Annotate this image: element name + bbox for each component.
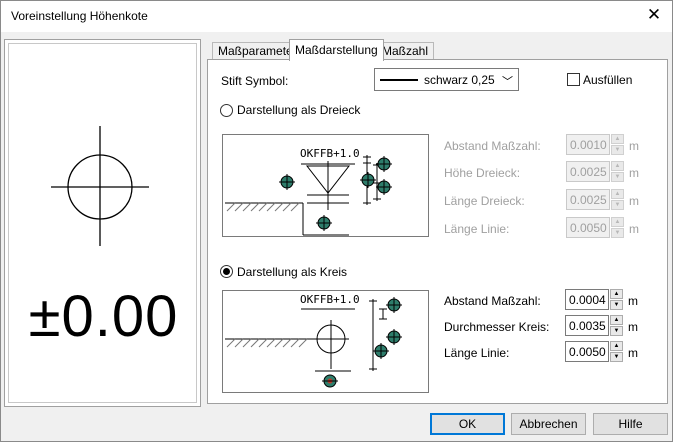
triangle-height-stepper[interactable]: 0.0025 ▲ ▼	[566, 161, 626, 182]
triangle-sketch-drawing: OKFFB+1.0	[225, 147, 392, 236]
spin-up-icon[interactable]: ▲	[610, 341, 623, 351]
spin-down-icon[interactable]: ▼	[610, 352, 623, 362]
triangle-line-length-label: Länge Linie:	[444, 222, 510, 236]
triangle-text-distance-label: Abstand Maßzahl:	[444, 139, 541, 153]
triangle-sketch: OKFFB+1.0	[222, 134, 429, 237]
symbol-preview: ±0.00	[4, 39, 201, 407]
tab-massdarstellung[interactable]: Maßdarstellung	[289, 39, 384, 61]
circle-text-distance-stepper[interactable]: 0.0004 ▲ ▼	[565, 289, 625, 310]
spin-up-icon[interactable]: ▲	[611, 189, 624, 199]
triangle-radio[interactable]	[220, 104, 233, 117]
spin-down-icon[interactable]: ▼	[611, 200, 624, 210]
elevation-circle-symbol	[51, 126, 149, 246]
fill-label: Ausfüllen	[583, 73, 633, 87]
dialog-window: Voreinstellung Höhenkote ✕ ±0.00 Maßpara…	[0, 0, 673, 442]
circle-sketch: OKFFB+1.0	[222, 290, 429, 393]
preview-elevation-value: ±0.00	[28, 284, 179, 349]
circle-text-distance-field[interactable]: 0.0004	[565, 289, 609, 310]
title-bar: Voreinstellung Höhenkote ✕	[1, 1, 672, 32]
circle-line-length-label: Länge Linie:	[444, 346, 510, 360]
window-title: Voreinstellung Höhenkote	[11, 9, 148, 23]
triangle-height-field[interactable]: 0.0025	[566, 161, 610, 182]
unit-label: m	[629, 194, 639, 208]
unit-label: m	[628, 294, 638, 308]
circle-diameter-field[interactable]: 0.0035	[565, 315, 609, 336]
pen-line-swatch	[380, 79, 418, 81]
sketch-label: OKFFB+1.0	[300, 293, 360, 306]
pen-label: Stift Symbol:	[221, 74, 289, 88]
pen-select-value: schwarz 0,25	[424, 73, 495, 87]
spin-up-icon[interactable]: ▲	[611, 217, 624, 227]
triangle-text-distance-stepper[interactable]: 0.0010 ▲ ▼	[566, 134, 626, 155]
ok-button[interactable]: OK	[430, 413, 505, 435]
circle-line-length-stepper[interactable]: 0.0050 ▲ ▼	[565, 341, 625, 362]
spin-down-icon[interactable]: ▼	[610, 300, 623, 310]
unit-label: m	[628, 320, 638, 334]
unit-label: m	[629, 139, 639, 153]
triangle-height-label: Höhe Dreieck:	[444, 166, 521, 180]
circle-diameter-label: Durchmesser Kreis:	[444, 320, 550, 334]
pen-select[interactable]: schwarz 0,25 ﹀	[374, 68, 519, 91]
triangle-length-stepper[interactable]: 0.0025 ▲ ▼	[566, 189, 626, 210]
circle-sketch-drawing: OKFFB+1.0	[225, 293, 402, 388]
fill-checkbox[interactable]	[567, 73, 580, 86]
spin-up-icon[interactable]: ▲	[611, 161, 624, 171]
spin-down-icon[interactable]: ▼	[611, 172, 624, 182]
unit-label: m	[629, 222, 639, 236]
unit-label: m	[628, 346, 638, 360]
unit-label: m	[629, 166, 639, 180]
spin-down-icon[interactable]: ▼	[610, 326, 623, 336]
triangle-line-length-field[interactable]: 0.0050	[566, 217, 610, 238]
circle-text-distance-label: Abstand Maßzahl:	[444, 294, 541, 308]
tab-label: Maßparameter	[218, 44, 297, 58]
circle-radio-label: Darstellung als Kreis	[237, 265, 348, 279]
triangle-text-distance-field[interactable]: 0.0010	[566, 134, 610, 155]
triangle-length-label: Länge Dreieck:	[444, 194, 525, 208]
help-button[interactable]: Hilfe	[593, 413, 668, 435]
triangle-line-length-stepper[interactable]: 0.0050 ▲ ▼	[566, 217, 626, 238]
circle-line-length-field[interactable]: 0.0050	[565, 341, 609, 362]
tab-label: Maßzahl	[382, 44, 429, 58]
circle-radio[interactable]	[220, 265, 233, 278]
spin-up-icon[interactable]: ▲	[610, 315, 623, 325]
spin-up-icon[interactable]: ▲	[610, 289, 623, 299]
tab-label: Maßdarstellung	[295, 43, 378, 57]
spin-up-icon[interactable]: ▲	[611, 134, 624, 144]
close-icon[interactable]: ✕	[646, 6, 662, 24]
sketch-label: OKFFB+1.0	[300, 147, 360, 160]
cancel-button[interactable]: Abbrechen	[511, 413, 586, 435]
triangle-radio-label: Darstellung als Dreieck	[237, 103, 361, 117]
triangle-length-field[interactable]: 0.0025	[566, 189, 610, 210]
tab-masszahl[interactable]: Maßzahl	[376, 42, 435, 60]
circle-diameter-stepper[interactable]: 0.0035 ▲ ▼	[565, 315, 625, 336]
spin-down-icon[interactable]: ▼	[611, 145, 624, 155]
spin-down-icon[interactable]: ▼	[611, 228, 624, 238]
chevron-down-icon: ﹀	[502, 76, 513, 88]
